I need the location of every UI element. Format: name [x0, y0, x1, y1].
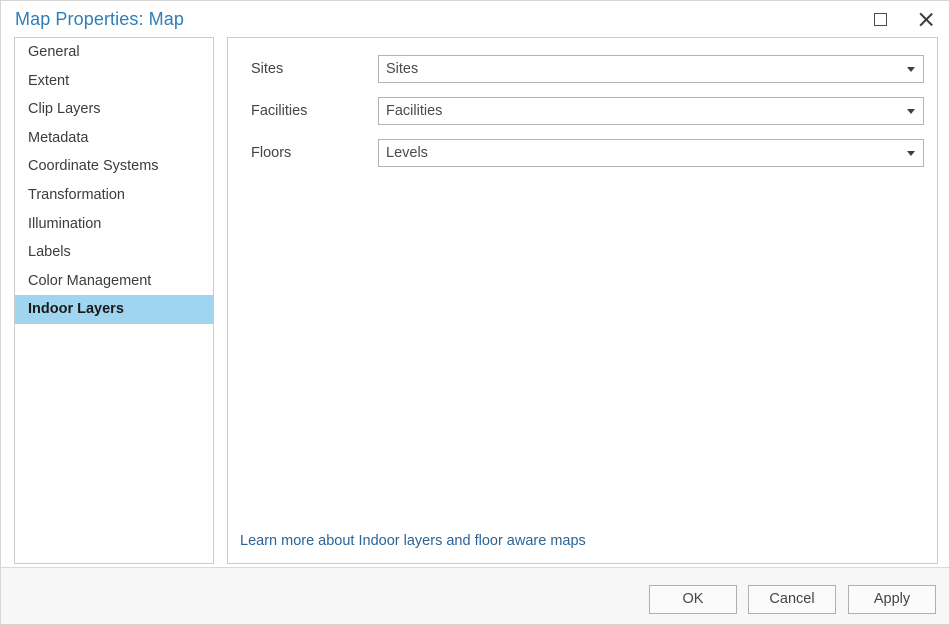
dialog-body: General Extent Clip Layers Metadata Coor… — [1, 37, 949, 567]
chevron-down-icon — [899, 98, 923, 124]
floors-label: Floors — [251, 139, 291, 167]
indoor-layers-panel: Sites Sites Facilities Facilities Floors… — [227, 37, 938, 564]
close-button[interactable] — [903, 1, 949, 37]
dialog-footer: OK Cancel Apply — [1, 567, 949, 624]
learn-more-link[interactable]: Learn more about Indoor layers and floor… — [240, 533, 586, 549]
facilities-dropdown-value: Facilities — [379, 103, 899, 119]
sidebar-item-extent[interactable]: Extent — [15, 67, 213, 96]
sidebar-item-labels[interactable]: Labels — [15, 238, 213, 267]
cancel-button[interactable]: Cancel — [748, 585, 836, 614]
sidebar-item-metadata[interactable]: Metadata — [15, 124, 213, 153]
sites-label: Sites — [251, 55, 283, 83]
map-properties-dialog: Map Properties: Map General Extent Clip … — [0, 0, 950, 625]
floors-field-row: Floors Levels — [228, 139, 937, 167]
sidebar-item-transformation[interactable]: Transformation — [15, 181, 213, 210]
chevron-down-icon — [899, 140, 923, 166]
sites-field-row: Sites Sites — [228, 55, 937, 83]
sidebar-item-coordinate-systems[interactable]: Coordinate Systems — [15, 152, 213, 181]
dialog-title: Map Properties: Map — [15, 9, 184, 30]
sites-dropdown[interactable]: Sites — [378, 55, 924, 83]
maximize-button[interactable] — [857, 1, 903, 37]
properties-category-list[interactable]: General Extent Clip Layers Metadata Coor… — [14, 37, 214, 564]
window-controls — [857, 1, 949, 37]
ok-button[interactable]: OK — [649, 585, 737, 614]
sidebar-item-color-management[interactable]: Color Management — [15, 267, 213, 296]
dialog-titlebar: Map Properties: Map — [1, 1, 949, 37]
sites-dropdown-value: Sites — [379, 61, 899, 77]
sidebar-item-illumination[interactable]: Illumination — [15, 210, 213, 239]
sidebar-item-clip-layers[interactable]: Clip Layers — [15, 95, 213, 124]
close-x-icon — [918, 11, 935, 28]
facilities-dropdown[interactable]: Facilities — [378, 97, 924, 125]
maximize-square-icon — [874, 13, 887, 26]
facilities-label: Facilities — [251, 97, 307, 125]
apply-button[interactable]: Apply — [848, 585, 936, 614]
floors-dropdown-value: Levels — [379, 145, 899, 161]
facilities-field-row: Facilities Facilities — [228, 97, 937, 125]
sidebar-item-indoor-layers[interactable]: Indoor Layers — [15, 295, 213, 324]
sidebar-item-general[interactable]: General — [15, 38, 213, 67]
chevron-down-icon — [899, 56, 923, 82]
floors-dropdown[interactable]: Levels — [378, 139, 924, 167]
